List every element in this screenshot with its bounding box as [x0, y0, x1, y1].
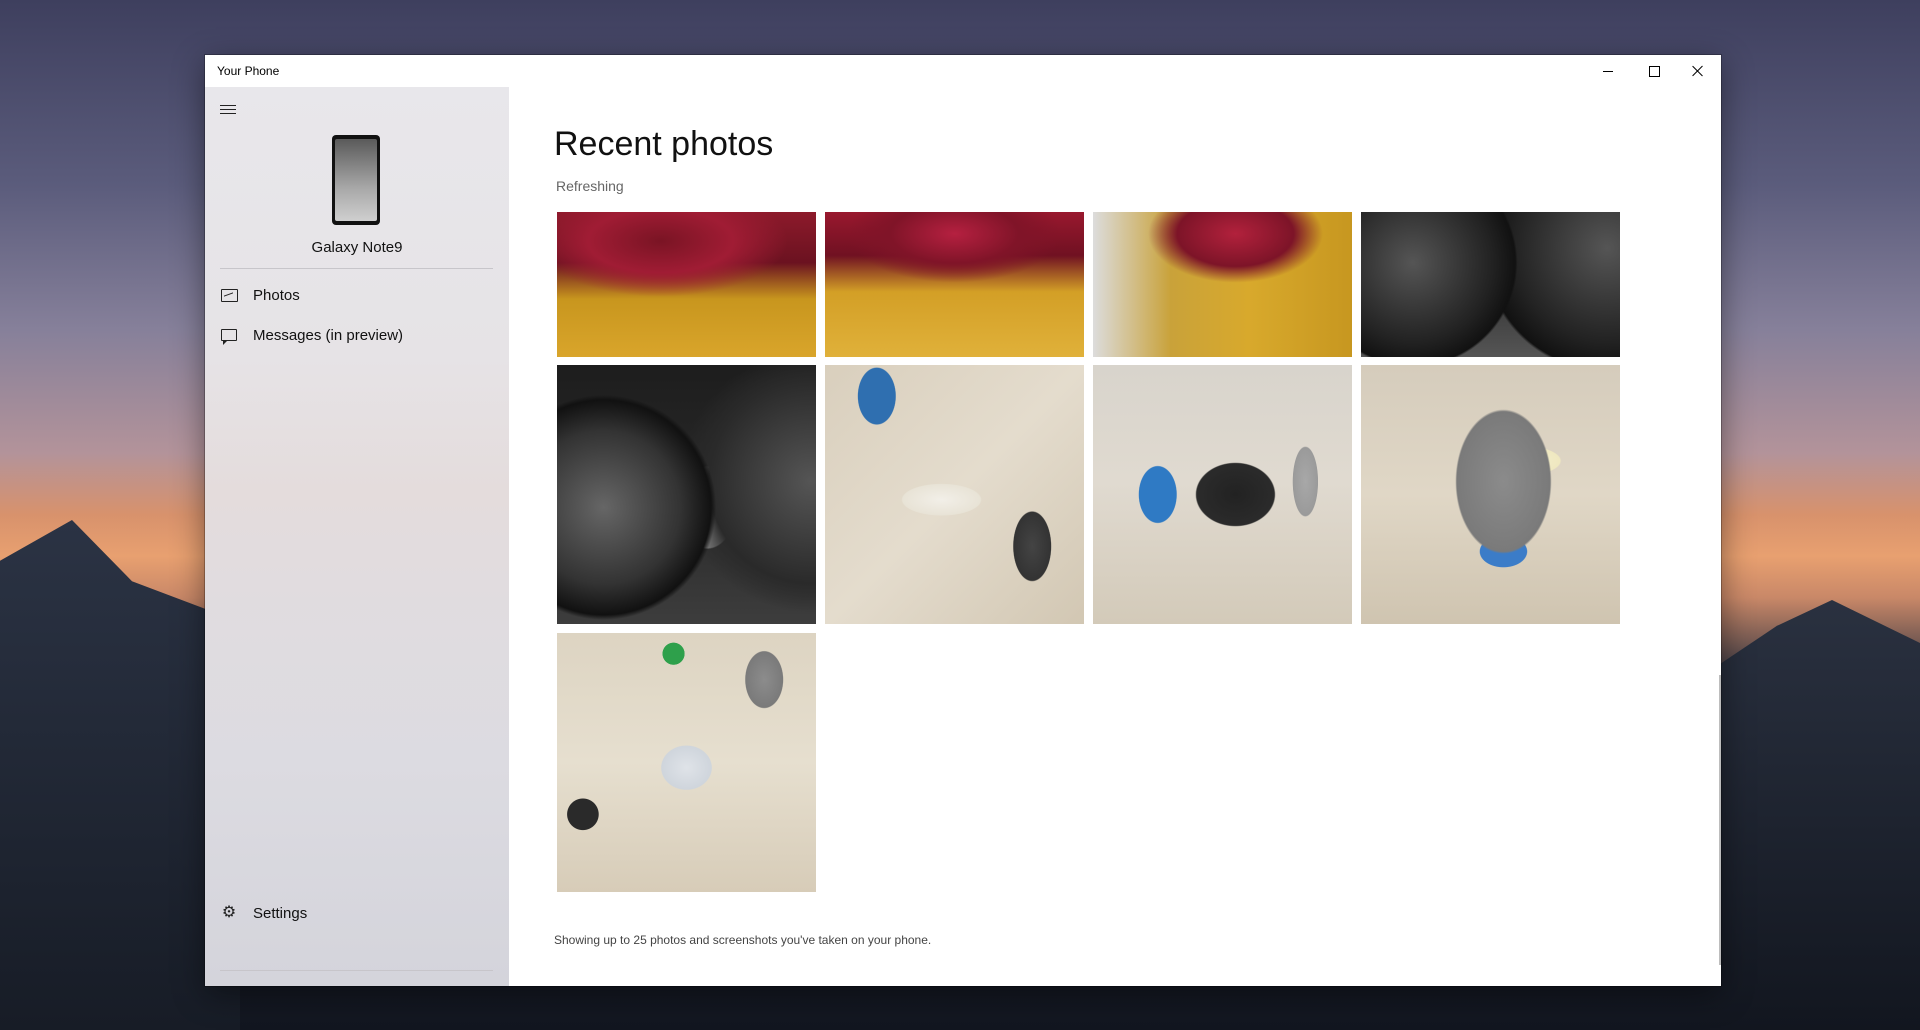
sidebar-item-settings[interactable]: ⚙ Settings	[205, 895, 509, 931]
sidebar-divider-top	[220, 268, 493, 269]
messages-icon	[220, 327, 238, 345]
photo-thumbnail-dashboard[interactable]	[557, 365, 816, 624]
photos-icon	[220, 287, 238, 303]
photos-footer-note: Showing up to 25 photos and screenshots …	[554, 933, 932, 947]
close-icon	[1692, 65, 1704, 77]
sidebar-item-label: Settings	[253, 904, 308, 922]
mountain-silhouette-right	[1700, 600, 1920, 1030]
photo-thumbnail-circuit-board[interactable]	[557, 633, 816, 892]
photo-thumbnail-circuit-board[interactable]	[1093, 365, 1352, 624]
sidebar-divider-bottom	[220, 970, 493, 971]
window-title: Your Phone	[217, 64, 280, 78]
page-title: Recent photos	[554, 125, 774, 163]
gear-icon: ⚙	[221, 904, 237, 921]
sidebar-item-label: Messages (in preview)	[253, 326, 404, 344]
photo-thumbnail-circuit-board[interactable]	[1361, 365, 1620, 624]
photo-thumbnail-car-taillight[interactable]	[557, 212, 816, 357]
title-bar[interactable]: Your Phone	[205, 55, 1721, 87]
phone-device-icon	[332, 135, 380, 225]
photo-thumbnail-circuit-board[interactable]	[825, 365, 1084, 624]
photo-thumbnail-car-taillight[interactable]	[1093, 212, 1352, 357]
close-button[interactable]	[1675, 55, 1721, 87]
maximize-button[interactable]	[1631, 55, 1677, 87]
your-phone-window: Your Phone Galaxy Note9 Photos Messages …	[205, 55, 1721, 986]
photo-grid	[557, 212, 1623, 912]
refresh-status: Refreshing	[556, 178, 624, 194]
hamburger-menu-icon[interactable]	[220, 104, 236, 116]
photo-thumbnail-car-taillight[interactable]	[825, 212, 1084, 357]
sidebar: Galaxy Note9 Photos Messages (in preview…	[205, 87, 509, 986]
minimize-icon	[1603, 70, 1613, 72]
sidebar-item-messages[interactable]: Messages (in preview)	[205, 317, 509, 353]
mountain-silhouette-left	[0, 520, 240, 1030]
main-content: Recent photos Refreshing Showing up to 2…	[509, 87, 1721, 986]
sidebar-item-photos[interactable]: Photos	[205, 277, 509, 313]
minimize-button[interactable]	[1585, 55, 1631, 87]
device-name: Galaxy Note9	[311, 239, 403, 256]
maximize-icon	[1648, 65, 1660, 77]
sidebar-item-label: Photos	[253, 286, 300, 304]
scrollbar[interactable]	[1719, 675, 1721, 965]
photo-thumbnail-dashboard[interactable]	[1361, 212, 1620, 357]
